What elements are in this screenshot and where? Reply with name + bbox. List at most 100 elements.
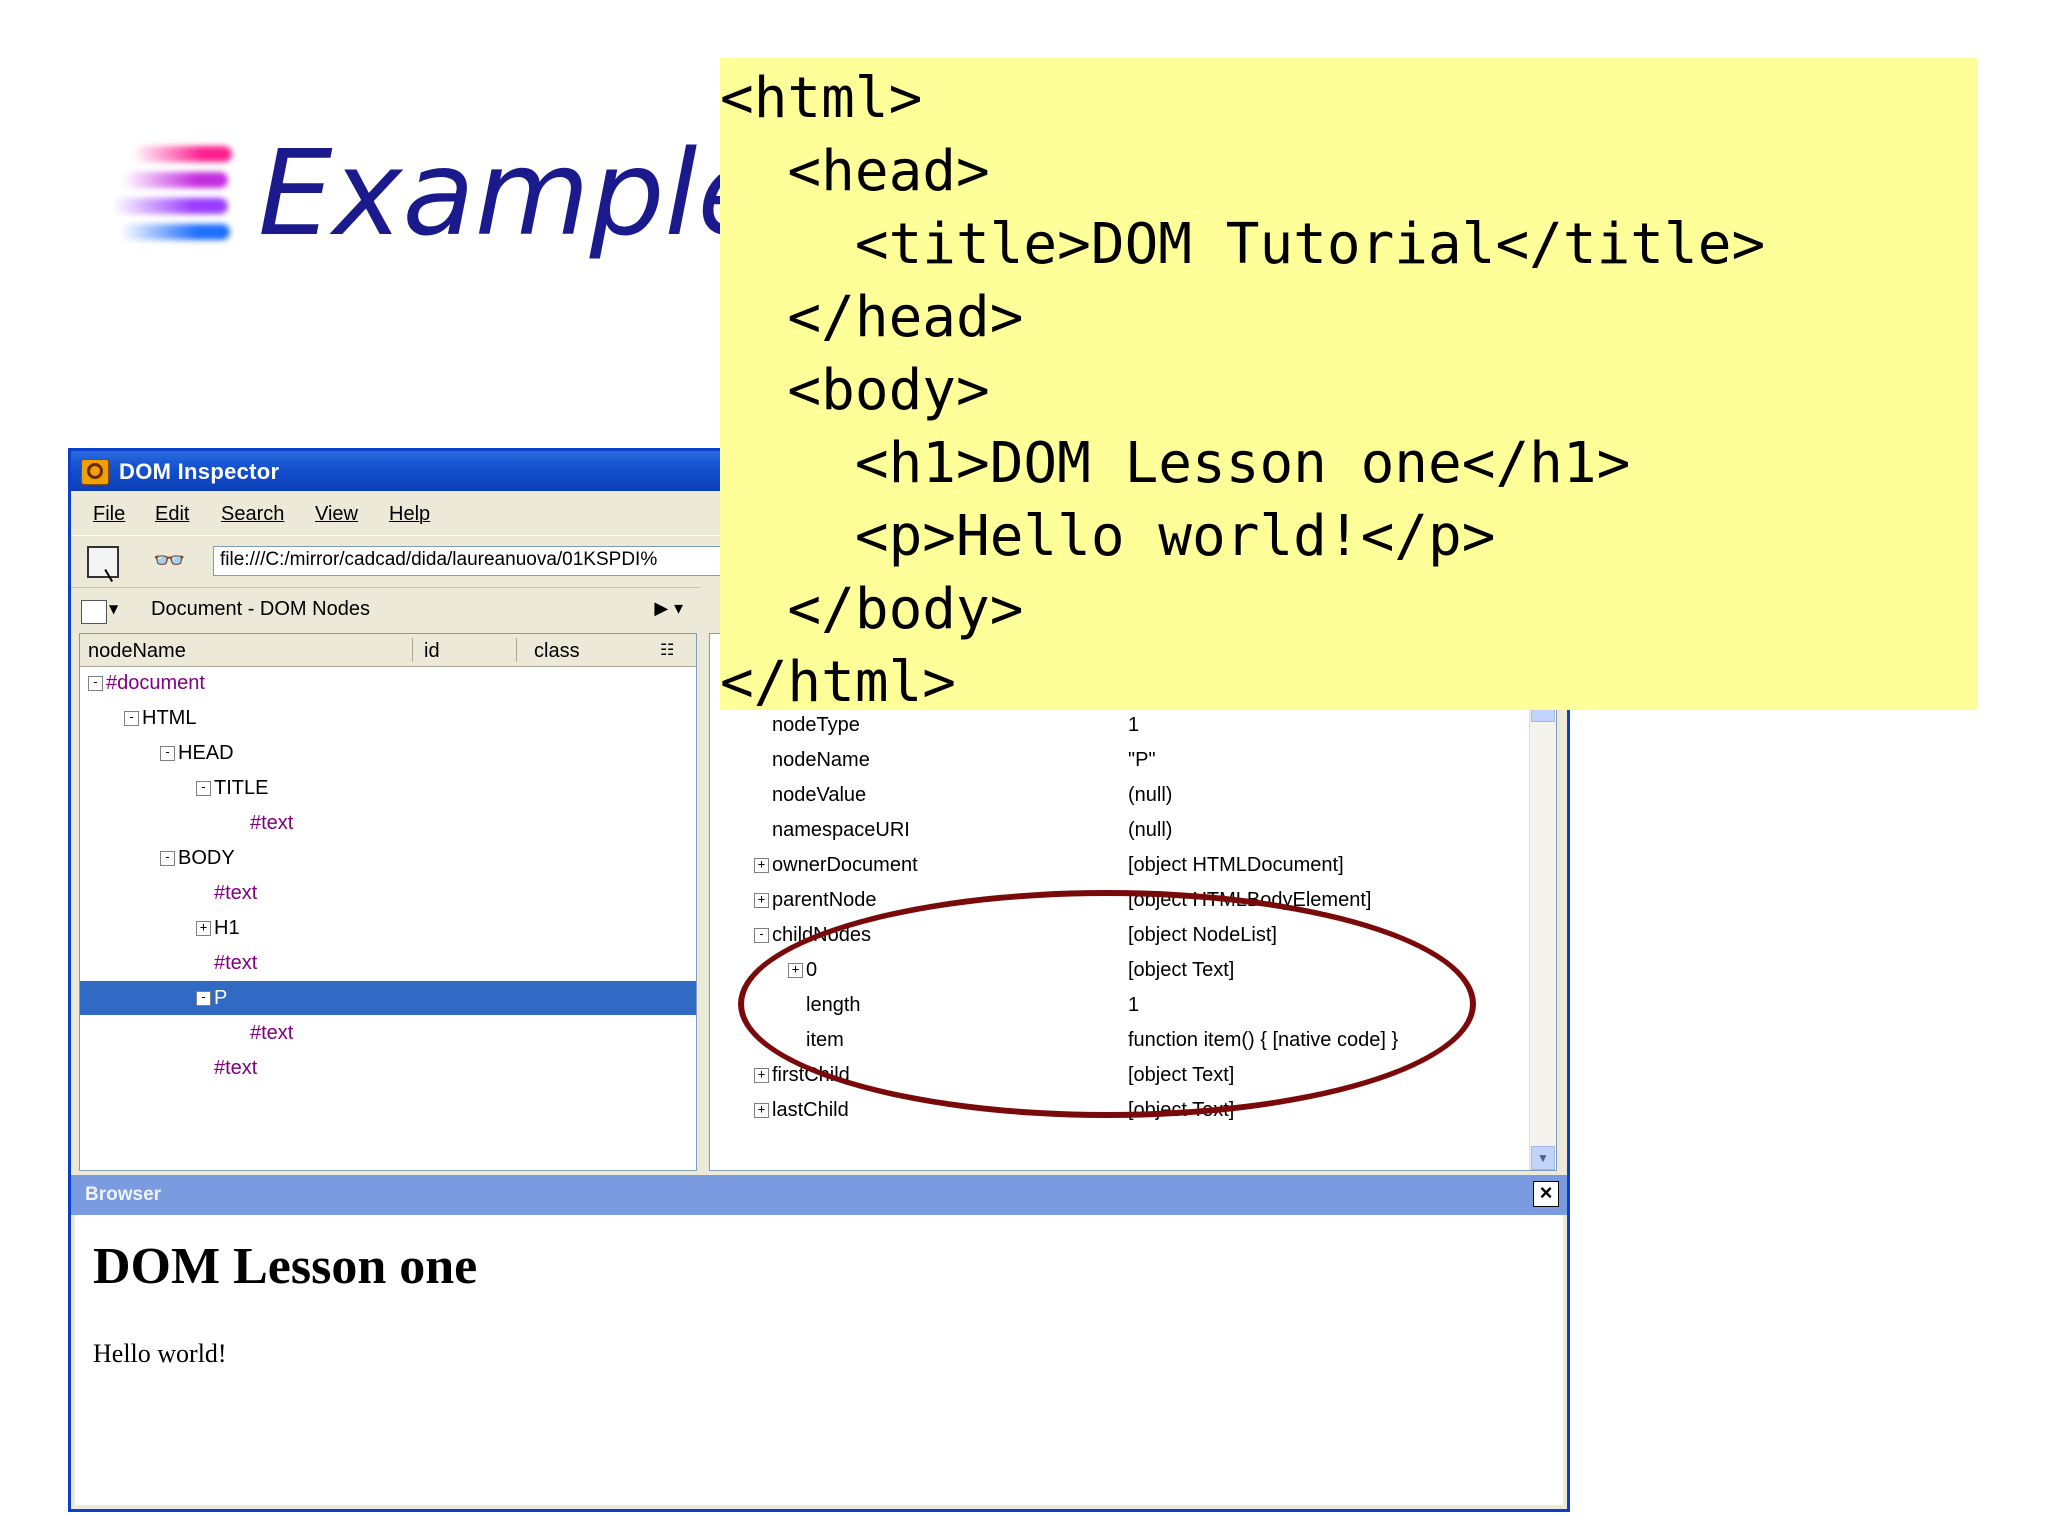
property-name: length <box>806 994 861 1016</box>
url-field[interactable]: file:///C:/mirror/cadcad/dida/laureanuov… <box>213 546 733 576</box>
property-value: 1 <box>1128 994 1140 1016</box>
column-class[interactable]: class <box>534 640 580 663</box>
expand-icon[interactable]: + <box>754 858 769 874</box>
property-value: [object HTMLBodyElement] <box>1128 889 1372 911</box>
property-row[interactable]: + ownerDocument [object HTMLDocument] <box>710 848 1528 882</box>
tree-node-label: #text <box>214 882 258 904</box>
code-line: <html> <box>720 66 923 131</box>
property-row[interactable]: +0 [object Text] <box>710 953 1528 987</box>
pane-splitter[interactable] <box>701 587 707 1173</box>
left-panel-title: Document - DOM Nodes <box>151 598 370 620</box>
tree-node-label: #text <box>214 1057 258 1079</box>
tree-node[interactable]: - HEAD <box>80 736 696 770</box>
property-name: nodeValue <box>772 784 867 806</box>
property-row[interactable]: + lastChild [object Text] <box>710 1093 1528 1127</box>
menu-view[interactable]: View <box>315 503 358 526</box>
property-name: firstChild <box>772 1064 850 1086</box>
menu-edit[interactable]: Edit <box>155 503 189 526</box>
property-name: item <box>806 1029 844 1051</box>
menu-help[interactable]: Help <box>389 503 430 526</box>
tree-node[interactable]: - #document <box>80 666 696 700</box>
property-row[interactable]: - childNodes [object NodeList] <box>710 918 1528 952</box>
tree-node[interactable]: -P <box>80 981 696 1015</box>
tree-node-label: #document <box>106 672 205 694</box>
property-name: childNodes <box>772 924 871 946</box>
property-value: [object Text] <box>1128 1099 1235 1121</box>
property-row[interactable]: namespaceURI (null) <box>710 813 1528 847</box>
expand-icon[interactable]: + <box>754 1068 769 1084</box>
property-value: (null) <box>1128 784 1173 806</box>
collapse-icon[interactable]: - <box>160 746 175 762</box>
expand-icon[interactable]: + <box>754 1103 769 1119</box>
property-row[interactable]: length 1 <box>710 988 1528 1022</box>
column-nodename[interactable]: nodeName <box>88 640 186 663</box>
tree-node-label: #text <box>250 1022 294 1044</box>
column-id[interactable]: id <box>424 640 440 663</box>
dom-tree: - #document - HTML - HEAD - TITLE #text - BODY #tex… <box>80 666 696 1170</box>
collapse-icon[interactable]: - <box>196 781 211 797</box>
binoculars-icon[interactable]: 👓 <box>153 548 185 574</box>
vertical-scrollbar[interactable]: ▲ ▼ <box>1529 634 1556 1170</box>
property-row[interactable]: nodeValue (null) <box>710 778 1528 812</box>
tree-node[interactable]: + H1 <box>80 911 696 945</box>
tree-node[interactable]: #text <box>80 806 696 840</box>
scroll-down-icon[interactable]: ▼ <box>1531 1146 1555 1170</box>
tree-node[interactable]: #text <box>80 1051 696 1085</box>
expand-icon[interactable]: + <box>788 963 803 979</box>
select-element-icon[interactable] <box>87 546 119 578</box>
slide-logo <box>112 142 240 270</box>
tree-node-label: HTML <box>142 707 197 729</box>
browser-preview: DOM Lesson one Hello world! <box>75 1215 1563 1505</box>
property-value: [object NodeList] <box>1128 924 1277 946</box>
code-line: </html> <box>720 650 957 715</box>
tree-node-label: #text <box>214 952 258 974</box>
browser-panel-title: Browser <box>85 1184 162 1205</box>
property-row[interactable]: + parentNode [object HTMLBodyElement] <box>710 883 1528 917</box>
code-line: </body> <box>720 577 1024 642</box>
tree-node[interactable]: #text <box>80 1016 696 1050</box>
expand-icon[interactable]: + <box>196 921 211 937</box>
property-value: "P" <box>1128 749 1156 771</box>
code-line: <p>Hello world!</p> <box>720 504 1496 569</box>
tree-node-label: BODY <box>178 847 235 869</box>
close-icon[interactable]: × <box>1533 1181 1559 1207</box>
property-name: 0 <box>806 959 818 981</box>
preview-paragraph: Hello world! <box>93 1339 227 1368</box>
tree-node[interactable]: - HTML <box>80 701 696 735</box>
code-line: <body> <box>720 358 990 423</box>
tree-node[interactable]: - BODY <box>80 841 696 875</box>
tree-node-label: #text <box>250 812 294 834</box>
menu-file[interactable]: File <box>93 503 125 526</box>
collapse-icon[interactable]: - <box>196 991 211 1007</box>
property-row[interactable]: nodeName "P" <box>710 743 1528 777</box>
tree-node[interactable]: #text <box>80 876 696 910</box>
slide-title: Example <box>258 124 770 262</box>
property-name: lastChild <box>772 1099 849 1121</box>
property-value: function item() { [native code] } <box>1128 1029 1399 1051</box>
tree-node[interactable]: #text <box>80 946 696 980</box>
collapse-icon[interactable]: - <box>88 676 103 692</box>
panel-menu-arrow-icon[interactable]: ▶ ▾ <box>654 598 683 619</box>
menu-search[interactable]: Search <box>221 503 284 526</box>
chevron-down-icon[interactable]: ▼ <box>109 602 118 616</box>
tree-node-label: TITLE <box>214 777 269 799</box>
property-value: 1 <box>1128 714 1140 736</box>
property-row[interactable]: item function item() { [native code] } <box>710 1023 1528 1057</box>
expand-icon[interactable]: + <box>754 893 769 909</box>
panel-viewer-icon[interactable] <box>81 600 107 624</box>
tree-node[interactable]: - TITLE <box>80 771 696 805</box>
preview-heading: DOM Lesson one <box>93 1238 478 1295</box>
property-value: [object Text] <box>1128 1064 1235 1086</box>
property-value: [object HTMLDocument] <box>1128 854 1344 876</box>
collapse-icon[interactable]: - <box>754 928 769 944</box>
tree-column-header: nodeName id class ☷ <box>80 634 696 667</box>
code-line: <head> <box>720 139 990 204</box>
property-value: (null) <box>1128 819 1173 841</box>
column-picker-icon[interactable]: ☷ <box>660 640 674 660</box>
property-row[interactable]: + firstChild [object Text] <box>710 1058 1528 1092</box>
property-name: ownerDocument <box>772 854 918 876</box>
tree-node-label: HEAD <box>178 742 234 764</box>
collapse-icon[interactable]: - <box>160 851 175 867</box>
collapse-icon[interactable]: - <box>124 711 139 727</box>
property-name: parentNode <box>772 889 877 911</box>
